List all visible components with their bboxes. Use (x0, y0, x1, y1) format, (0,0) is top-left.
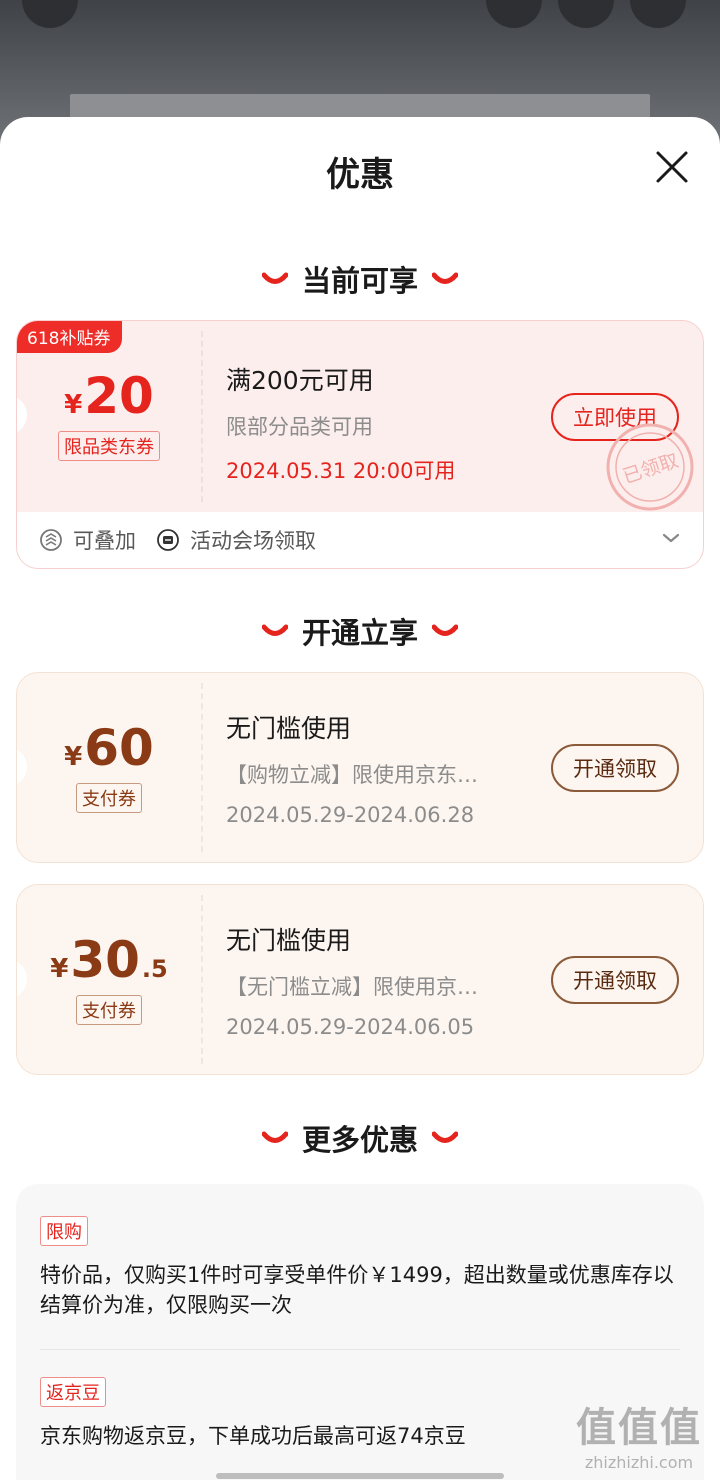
currency-symbol: ¥ (64, 390, 83, 420)
activate-claim-button[interactable]: 开通领取 (551, 956, 679, 1004)
coupon-type-tag: 限品类东券 (58, 431, 160, 461)
chevron-down-icon[interactable] (661, 528, 681, 548)
coupon-time: 2024.05.31 20:00可用 (226, 459, 456, 483)
coupon-validity: 2024.05.29-2024.06.05 (226, 1015, 475, 1039)
close-button[interactable] (652, 147, 692, 187)
watermark-domain: zhizhizhi.com (584, 1453, 694, 1472)
coupon-amount: 60 (84, 718, 154, 777)
source-info: 活动会场领取 (156, 525, 316, 555)
coupon-condition: 无门槛使用 (226, 714, 352, 743)
section-activate-title: 开通立享 (301, 616, 418, 650)
coupon-type-tag: 支付券 (76, 782, 142, 813)
coupon-amount: 20 (84, 367, 154, 425)
coupon-condition: 满200元可用 (226, 366, 374, 395)
watermark-logo: 值值值 (576, 1405, 702, 1451)
offer-divider (40, 1349, 680, 1350)
smile-icon (432, 272, 458, 284)
card-divider (201, 683, 203, 852)
card-divider (201, 331, 203, 502)
coupon-card-current: ¥ 20 限品类东券 618补贴券 满200元可用 限部分品类可用 2024.0… (16, 320, 704, 569)
coupon-condition: 无门槛使用 (226, 926, 352, 955)
close-icon (656, 151, 688, 183)
currency-symbol: ¥ (50, 953, 69, 984)
coupon-info: 满200元可用 限部分品类可用 2024.05.31 20:00可用 (226, 361, 546, 485)
coupon-card-pay-30-5: ¥ 30 .5 支付券 无门槛使用 【无门槛立减】限使用京… 2024.05.2… (16, 884, 704, 1075)
coupon-value: ¥ 60 支付券 (17, 673, 201, 862)
back-button[interactable] (22, 0, 78, 28)
section-more-title: 更多优惠 (301, 1123, 418, 1157)
section-more-header: 更多优惠 (0, 1116, 720, 1160)
ticket-icon (157, 529, 179, 551)
smile-icon (261, 272, 288, 284)
site-watermark: 值值值 zhizhizhi.com (564, 1395, 714, 1472)
coupon-amount-decimal: .5 (141, 954, 168, 983)
activate-claim-button[interactable]: 开通领取 (551, 744, 679, 792)
smile-icon (432, 1131, 458, 1143)
coupon-amount: 30 (70, 930, 140, 989)
coupon-scope: 【无门槛立减】限使用京… (226, 975, 478, 999)
coupon-info: 无门槛使用 【无门槛立减】限使用京… 2024.05.29-2024.06.05 (226, 921, 546, 1039)
offer-item-limit: 限购 特价品，仅购买1件时可享受单件价￥1499，超出数量或优惠库存以结算价为准… (40, 1216, 680, 1320)
card-divider (201, 895, 203, 1064)
offer-tag: 返京豆 (40, 1377, 106, 1407)
section-current-title: 当前可享 (301, 264, 418, 298)
claimed-stamp-icon: 已领取 (606, 423, 694, 511)
section-current-header: 当前可享 (0, 257, 720, 301)
currency-symbol: ¥ (64, 741, 83, 772)
coupon-value: ¥ 30 .5 支付券 (17, 885, 201, 1074)
offer-text: 特价品，仅购买1件时可享受单件价￥1499，超出数量或优惠库存以结算价为准，仅限… (40, 1263, 674, 1317)
smile-icon (261, 1131, 288, 1143)
smile-icon (432, 624, 458, 636)
stamp-text: 已领取 (620, 450, 681, 489)
sheet-title: 优惠 (326, 155, 394, 195)
stackable-label: 可叠加 (73, 529, 136, 553)
offer-tag: 限购 (40, 1216, 88, 1246)
home-indicator[interactable] (216, 1473, 504, 1479)
stack-icon (40, 529, 62, 551)
coupon-footer[interactable]: 可叠加 活动会场领取 (17, 512, 703, 568)
backdrop-button[interactable] (486, 0, 542, 28)
section-activate-header: 开通立享 (0, 609, 720, 653)
smile-icon (261, 624, 288, 636)
coupon-type-tag: 支付券 (76, 994, 142, 1025)
stackable-info: 可叠加 (39, 525, 136, 555)
coupon-card-pay-60: ¥ 60 支付券 无门槛使用 【购物立减】限使用京东… 2024.05.29-2… (16, 672, 704, 863)
coupon-scope: 限部分品类可用 (226, 415, 373, 439)
source-label: 活动会场领取 (190, 529, 316, 553)
discount-sheet: 优惠 当前可享 ¥ 20 限品类东券 618补贴券 满200元可用 限部分品类可… (0, 117, 720, 1480)
coupon-info: 无门槛使用 【购物立减】限使用京东… 2024.05.29-2024.06.28 (226, 709, 546, 827)
more-button[interactable] (630, 0, 686, 28)
coupon-scope: 【购物立减】限使用京东… (226, 763, 478, 787)
coupon-validity: 2024.05.29-2024.06.28 (226, 803, 475, 827)
subsidy-badge: 618补贴券 (17, 321, 123, 353)
share-button[interactable] (558, 0, 614, 28)
